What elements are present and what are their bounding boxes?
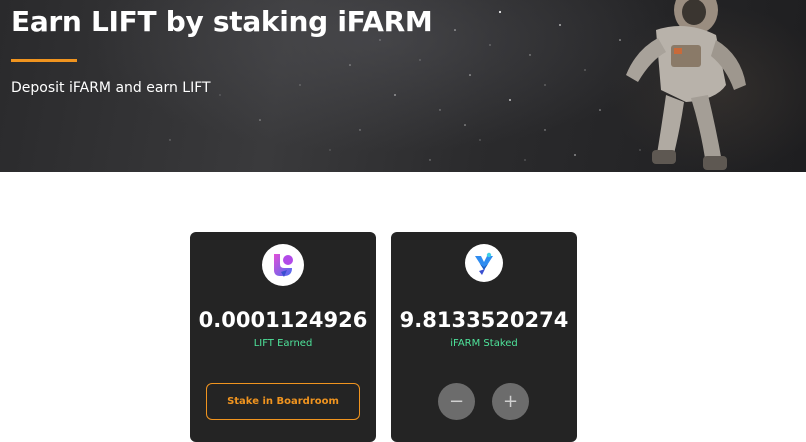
deposit-plus-button[interactable]: + [492, 383, 529, 420]
astronaut-illustration [626, 0, 746, 170]
lift-earned-card: 0.0001124926 LIFT Earned Stake in Boardr… [190, 232, 376, 442]
stake-in-boardroom-button[interactable]: Stake in Boardroom [206, 383, 360, 420]
ifarm-staked-card: 9.8133520274 iFARM Staked − + [391, 232, 577, 442]
page-subtitle: Deposit iFARM and earn LIFT [11, 80, 211, 96]
lift-token-icon [262, 244, 304, 286]
lift-earned-amount: 0.0001124926 [198, 308, 368, 332]
title-underline [11, 59, 77, 62]
lift-earned-label: LIFT Earned [253, 338, 313, 349]
ifarm-staked-amount: 9.8133520274 [399, 308, 569, 332]
page-title: Earn LIFT by staking iFARM [11, 5, 433, 38]
withdraw-minus-button[interactable]: − [438, 383, 475, 420]
hero-banner: Earn LIFT by staking iFARM Deposit iFARM… [0, 0, 806, 172]
ifarm-staked-label: iFARM Staked [450, 338, 518, 349]
ifarm-token-icon [465, 244, 503, 282]
